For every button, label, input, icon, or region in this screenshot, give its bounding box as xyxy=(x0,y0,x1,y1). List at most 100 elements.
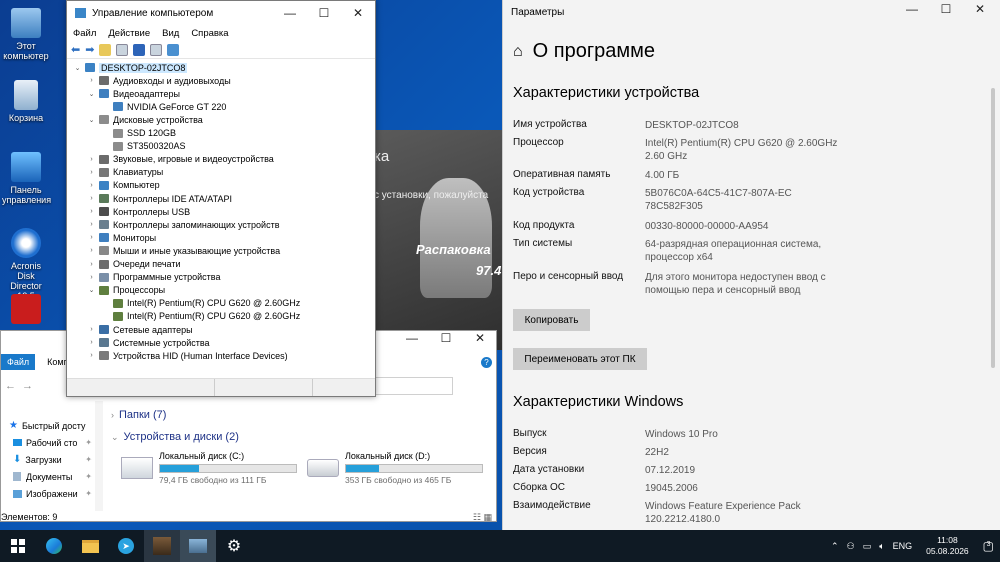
chevron-right-icon[interactable]: › xyxy=(87,274,96,281)
properties-icon[interactable] xyxy=(150,43,163,56)
help-icon[interactable] xyxy=(133,43,146,56)
menu-action[interactable]: Действие xyxy=(108,28,150,39)
chevron-right-icon[interactable]: › xyxy=(87,77,96,84)
nav-item-downloads[interactable]: ⬇ Загрузки ✦ xyxy=(1,451,102,468)
menu-view[interactable]: Вид xyxy=(162,28,179,39)
menu-help[interactable]: Справка xyxy=(191,28,228,39)
devices-group-header[interactable]: ⌄ Устройства и диски (2) xyxy=(111,431,239,443)
close-button[interactable]: ✕ xyxy=(963,2,997,16)
language-indicator[interactable]: ENG xyxy=(893,541,913,551)
settings-scrollbar[interactable] xyxy=(991,88,995,368)
view-toggle-icons[interactable]: ☷ ▦ xyxy=(473,512,492,523)
tree-node[interactable]: Intel(R) Pentium(R) CPU G620 @ 2.60GHz xyxy=(101,297,300,310)
chevron-right-icon[interactable]: › xyxy=(87,326,96,333)
close-button[interactable]: ✕ xyxy=(463,331,497,353)
chevron-down-icon[interactable]: ⌄ xyxy=(87,116,96,124)
chevron-right-icon[interactable]: › xyxy=(87,352,96,359)
maximize-button[interactable]: ☐ xyxy=(929,2,963,16)
tree-node[interactable]: ⌄ Процессоры xyxy=(87,284,166,297)
tree-node[interactable]: › Сетевые адаптеры xyxy=(87,323,192,336)
tree-node[interactable]: NVIDIA GeForce GT 220 xyxy=(101,100,226,113)
tree-node[interactable]: › Аудиовходы и аудиовыходы xyxy=(87,74,230,87)
home-icon[interactable]: ⌂ xyxy=(513,43,523,61)
maximize-button[interactable]: ☐ xyxy=(429,331,463,353)
tree-node[interactable]: › Программные устройства xyxy=(87,271,220,284)
desktop-icon-recycle-bin[interactable]: Корзина xyxy=(2,80,50,123)
ribbon-tab-file[interactable]: Файл xyxy=(1,354,36,370)
taskbar-settings[interactable]: ⚙ xyxy=(216,530,252,562)
chevron-down-icon[interactable]: ⌄ xyxy=(87,286,96,294)
menu-file[interactable]: Файл xyxy=(73,28,96,39)
chevron-right-icon[interactable]: › xyxy=(87,339,96,346)
close-button[interactable]: ✕ xyxy=(341,6,375,20)
chevron-right-icon[interactable]: › xyxy=(87,261,96,268)
desktop-icon-control-panel[interactable]: Панель управления xyxy=(2,152,51,205)
nav-item-desktop[interactable]: Рабочий сто ✦ xyxy=(1,434,102,451)
chevron-right-icon[interactable]: › xyxy=(87,156,96,163)
tree-node[interactable]: › Клавиатуры xyxy=(87,166,163,179)
notification-button[interactable]: ▢ 3 xyxy=(983,539,994,553)
taskbar-device-manager[interactable] xyxy=(180,530,216,562)
taskbar-telegram[interactable]: ➤ xyxy=(108,530,144,562)
taskbar-edge[interactable] xyxy=(36,530,72,562)
chevron-down-icon[interactable]: ⌄ xyxy=(87,90,96,98)
copy-button[interactable]: Копировать xyxy=(513,309,590,331)
nav-item-pictures[interactable]: Изображени ✦ xyxy=(1,485,102,502)
drive-d[interactable]: Локальный диск (D:) 353 ГБ свободно из 4… xyxy=(307,451,487,487)
forward-arrow-icon[interactable]: → xyxy=(22,380,33,392)
tree-node[interactable]: ⌄ Дисковые устройства xyxy=(87,113,203,126)
people-icon[interactable]: ⚇ xyxy=(847,541,855,552)
minimize-button[interactable]: — xyxy=(395,331,429,353)
folders-group-header[interactable]: › Папки (7) xyxy=(111,409,166,421)
tree-node[interactable]: ⌄ DESKTOP-02JTCO8 xyxy=(73,61,188,74)
back-arrow-icon[interactable]: ← xyxy=(5,380,16,392)
tree-node[interactable]: SSD 120GB xyxy=(101,127,176,140)
start-button[interactable] xyxy=(0,530,36,562)
tree-node[interactable]: ST3500320AS xyxy=(101,140,186,153)
spec-label: Имя устройства xyxy=(513,119,587,130)
drive-c[interactable]: Локальный диск (C:) 79,4 ГБ свободно из … xyxy=(121,451,301,487)
tree-node[interactable]: › Очереди печати xyxy=(87,258,180,271)
nav-item-quick-access[interactable]: ★ Быстрый досту xyxy=(1,417,102,434)
minimize-button[interactable]: — xyxy=(895,2,929,16)
taskbar-photo-app[interactable] xyxy=(144,530,180,562)
folder-up-icon[interactable] xyxy=(99,43,112,56)
back-arrow-icon[interactable]: ⬅ xyxy=(71,43,80,56)
chevron-right-icon[interactable]: › xyxy=(87,182,96,189)
forward-arrow-icon[interactable]: ➡ xyxy=(85,43,94,56)
tree-node[interactable]: › Контроллеры IDE ATA/ATAPI xyxy=(87,192,232,205)
chevron-right-icon[interactable]: › xyxy=(87,195,96,202)
chevron-right-icon[interactable]: › xyxy=(87,221,96,228)
tree-node[interactable]: › Звуковые, игровые и видеоустройства xyxy=(87,153,273,166)
tree-node[interactable]: › Контроллеры запоминающих устройств xyxy=(87,218,279,231)
tree-node[interactable]: › Компьютер xyxy=(87,179,159,192)
minimize-button[interactable]: — xyxy=(273,6,307,20)
tree-node[interactable]: › Системные устройства xyxy=(87,336,209,349)
monitor-icon[interactable] xyxy=(167,43,180,56)
maximize-button[interactable]: ☐ xyxy=(307,6,341,20)
tree-node[interactable]: › Контроллеры USB xyxy=(87,205,190,218)
console-tree-icon[interactable] xyxy=(116,43,129,56)
nav-scrollbar[interactable] xyxy=(95,401,103,511)
desktop-icon-this-pc[interactable]: Этот компьютер xyxy=(2,8,50,61)
tree-node[interactable]: › Мониторы xyxy=(87,231,156,244)
tree-node[interactable]: › Устройства HID (Human Interface Devices… xyxy=(87,349,287,362)
help-icon[interactable]: ? xyxy=(481,356,492,368)
clock[interactable]: 11:08 05.08.2026 xyxy=(926,535,969,557)
chevron-down-icon[interactable]: ⌄ xyxy=(73,64,82,72)
desktop-icon-acronis[interactable]: Acronis Disk Director 12.5 xyxy=(2,228,50,301)
volume-icon[interactable]: 🔈︎ xyxy=(879,541,884,552)
chevron-up-icon[interactable]: ⌃ xyxy=(831,541,839,552)
chevron-right-icon[interactable]: › xyxy=(87,208,96,215)
chevron-right-icon[interactable]: › xyxy=(87,234,96,241)
desktop-icon-acrobat[interactable] xyxy=(2,294,50,327)
tree-node[interactable]: › Мыши и иные указывающие устройства xyxy=(87,244,280,257)
taskbar-file-explorer[interactable] xyxy=(72,530,108,562)
nav-item-documents[interactable]: Документы ✦ xyxy=(1,468,102,485)
network-icon[interactable]: ▭ xyxy=(863,541,872,552)
tree-node[interactable]: Intel(R) Pentium(R) CPU G620 @ 2.60GHz xyxy=(101,310,300,323)
tree-node[interactable]: ⌄ Видеоадаптеры xyxy=(87,87,180,100)
chevron-right-icon[interactable]: › xyxy=(87,169,96,176)
rename-pc-button[interactable]: Переименовать этот ПК xyxy=(513,348,647,370)
chevron-right-icon[interactable]: › xyxy=(87,247,96,254)
